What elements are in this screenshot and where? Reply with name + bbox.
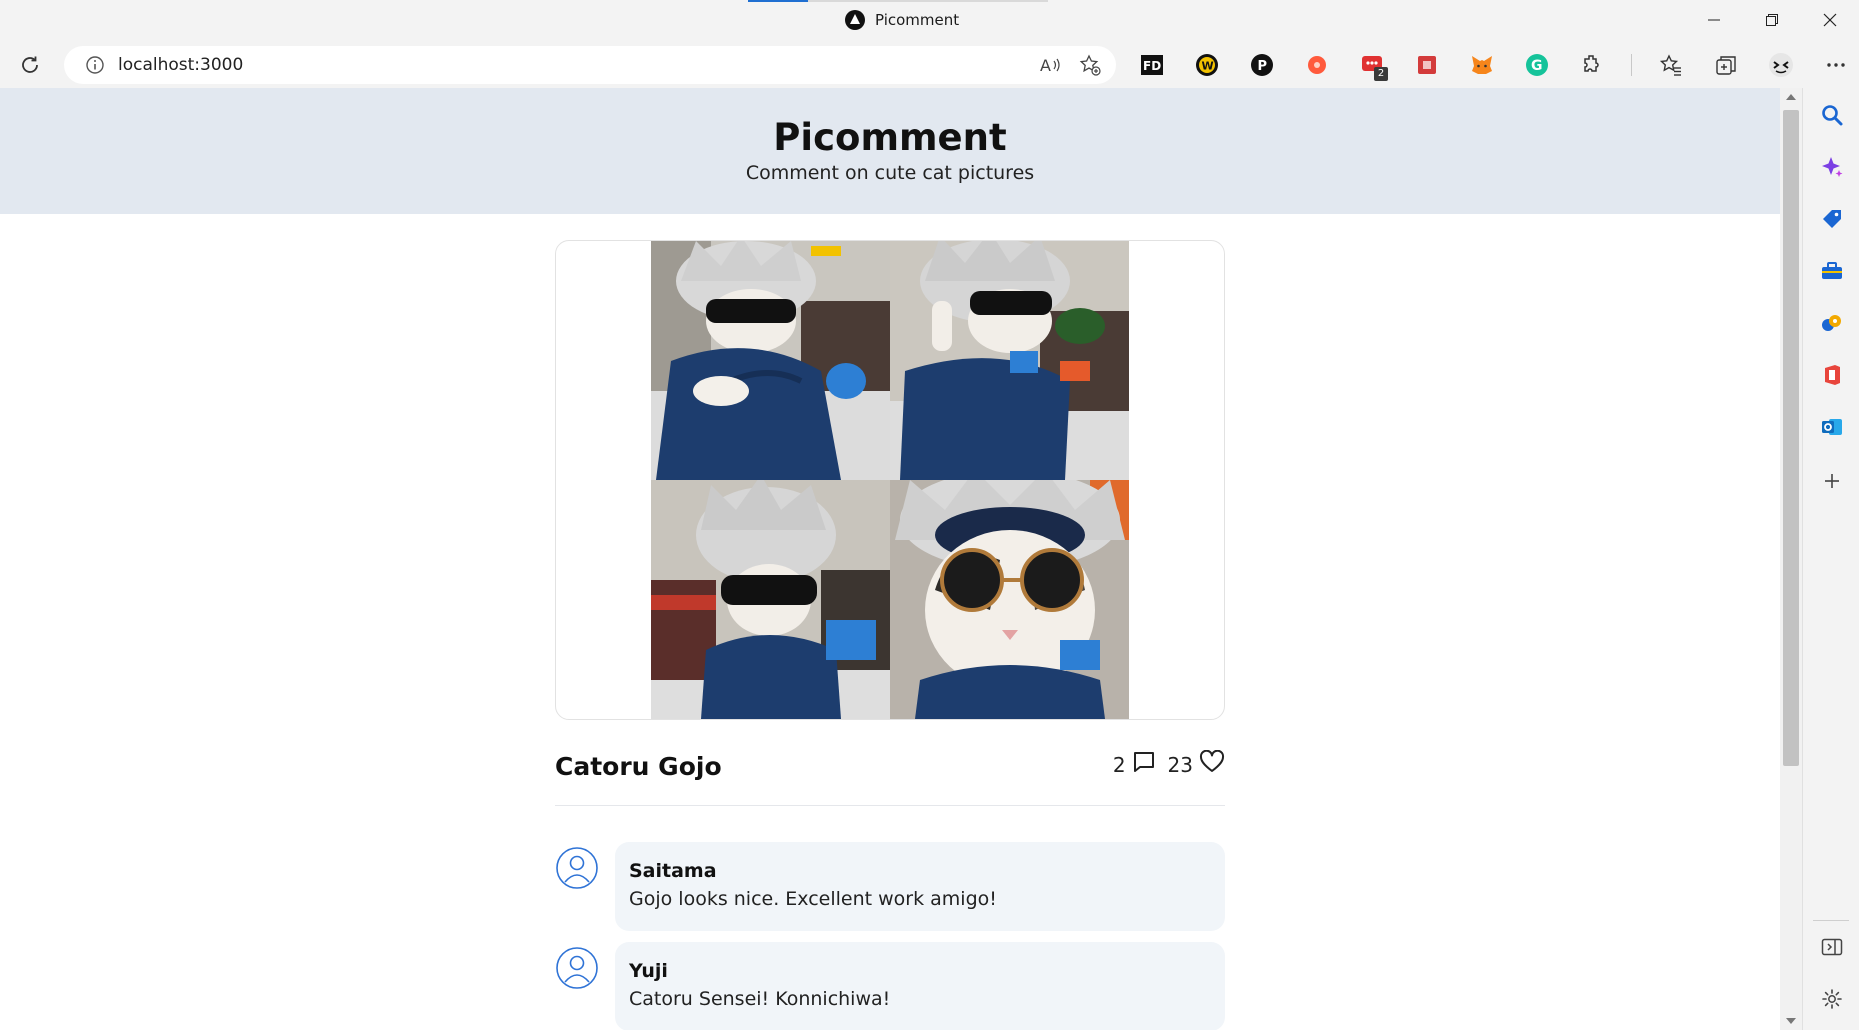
title-bar: Picomment [0, 0, 1859, 42]
comment-text: Catoru Sensei! Konnichiwa! [629, 988, 891, 1010]
user-avatar-icon [555, 946, 599, 990]
comments-list: Saitama Gojo looks nice. Excellent work … [555, 842, 1225, 1030]
site-title: Picomment [773, 116, 1007, 159]
favorites-icon[interactable] [1655, 49, 1687, 81]
sidebar-settings-icon[interactable] [1819, 986, 1845, 1012]
close-icon [1823, 13, 1837, 27]
chat-extension-icon[interactable]: 2 [1356, 49, 1388, 81]
metamask-extension-icon[interactable] [1466, 49, 1498, 81]
add-icon[interactable] [1819, 468, 1845, 494]
copilot-icon[interactable] [1819, 154, 1845, 180]
user-avatar-icon [555, 846, 599, 890]
post-stats: 2 23 [1112, 749, 1225, 779]
read-aloud-icon[interactable]: A [1038, 53, 1062, 77]
svg-text:G: G [1531, 58, 1543, 74]
tab-indicator [748, 0, 1048, 2]
puzzle-red-extension-icon[interactable] [1411, 49, 1443, 81]
close-button[interactable] [1801, 0, 1859, 40]
red-dot-extension-icon[interactable] [1301, 49, 1333, 81]
profile-avatar-icon[interactable] [1765, 49, 1797, 81]
w-extension-icon[interactable]: W [1191, 49, 1223, 81]
outlook-icon[interactable] [1819, 414, 1845, 440]
window-title-text: Picomment [875, 11, 960, 29]
post-title: Catoru Gojo [555, 752, 722, 781]
cat-photo-2 [890, 241, 1129, 480]
comment-item: Saitama Gojo looks nice. Excellent work … [555, 842, 1225, 931]
minimize-icon [1708, 19, 1720, 21]
extensions-puzzle-icon[interactable] [1576, 49, 1608, 81]
toolbox-icon[interactable] [1819, 258, 1845, 284]
like-count: 23 [1167, 752, 1193, 777]
p-extension-icon[interactable]: P [1246, 49, 1278, 81]
collections-icon[interactable] [1710, 49, 1742, 81]
post: Catoru Gojo 2 23 Saitama Gojo looks nice… [555, 240, 1225, 1030]
post-image-card [555, 240, 1225, 720]
post-meta: Catoru Gojo 2 23 [555, 720, 1225, 806]
games-icon[interactable] [1819, 310, 1845, 336]
address-bar-actions: A [1038, 53, 1102, 77]
search-icon[interactable] [1819, 102, 1845, 128]
add-favorite-icon[interactable] [1078, 53, 1102, 77]
address-bar[interactable]: localhost:3000 A [64, 46, 1116, 84]
restore-button[interactable] [1743, 0, 1801, 40]
comment-bubble: Yuji Catoru Sensei! Konnichiwa! [615, 942, 1225, 1030]
cat-photo-4 [890, 480, 1129, 719]
comment-bubble: Saitama Gojo looks nice. Excellent work … [615, 842, 1225, 931]
chat-extension-badge: 2 [1374, 67, 1388, 81]
refresh-button[interactable] [16, 51, 44, 79]
page-viewport: Picomment Comment on cute cat pictures C… [0, 88, 1780, 1030]
cat-photo-3 [651, 480, 890, 719]
comment-item: Yuji Catoru Sensei! Konnichiwa! [555, 942, 1225, 1030]
page-scrollbar[interactable] [1780, 88, 1802, 1030]
restore-icon [1766, 14, 1778, 26]
grammarly-extension-icon[interactable]: G [1521, 49, 1553, 81]
svg-text:FD: FD [1143, 59, 1161, 73]
scroll-up-arrow-icon[interactable] [1786, 94, 1796, 100]
sidebar-separator [1813, 920, 1849, 921]
comment-author: Saitama [629, 860, 717, 882]
scroll-down-arrow-icon[interactable] [1786, 1018, 1796, 1024]
comment-count: 2 [1112, 752, 1126, 777]
site-info-icon[interactable] [84, 54, 106, 76]
site-favicon-icon [845, 10, 865, 30]
fd-extension-icon[interactable]: FD [1136, 49, 1168, 81]
browser-sidebar [1802, 88, 1859, 1030]
cat-photo-1 [651, 241, 890, 480]
toolbar-separator [1631, 54, 1632, 76]
hide-sidebar-icon[interactable] [1819, 934, 1845, 960]
cat-image[interactable] [651, 241, 1129, 719]
comment-text: Gojo looks nice. Excellent work amigo! [629, 888, 997, 910]
window-controls [1685, 0, 1859, 40]
shopping-tag-icon[interactable] [1819, 206, 1845, 232]
comment-author: Yuji [629, 960, 668, 982]
window-title: Picomment [845, 10, 959, 30]
extensions-row: FD W P 2 G [1136, 49, 1852, 81]
minimize-button[interactable] [1685, 0, 1743, 40]
svg-text:W: W [1202, 60, 1214, 73]
browser-window: Picomment localhost:3000 A FD W P 2 G Pi… [0, 0, 1859, 1030]
office-icon[interactable] [1819, 362, 1845, 388]
site-header: Picomment Comment on cute cat pictures [0, 88, 1780, 214]
refresh-icon [22, 56, 38, 73]
heart-icon[interactable] [1199, 749, 1225, 779]
comment-icon[interactable] [1132, 750, 1156, 779]
site-subtitle: Comment on cute cat pictures [745, 162, 1035, 184]
url-text[interactable]: localhost:3000 [118, 55, 243, 75]
more-options-icon[interactable] [1820, 49, 1852, 81]
browser-toolbar: localhost:3000 A FD W P 2 G [0, 42, 1859, 88]
svg-text:A: A [1040, 56, 1051, 75]
scroll-thumb[interactable] [1783, 110, 1799, 766]
svg-text:P: P [1258, 59, 1268, 74]
